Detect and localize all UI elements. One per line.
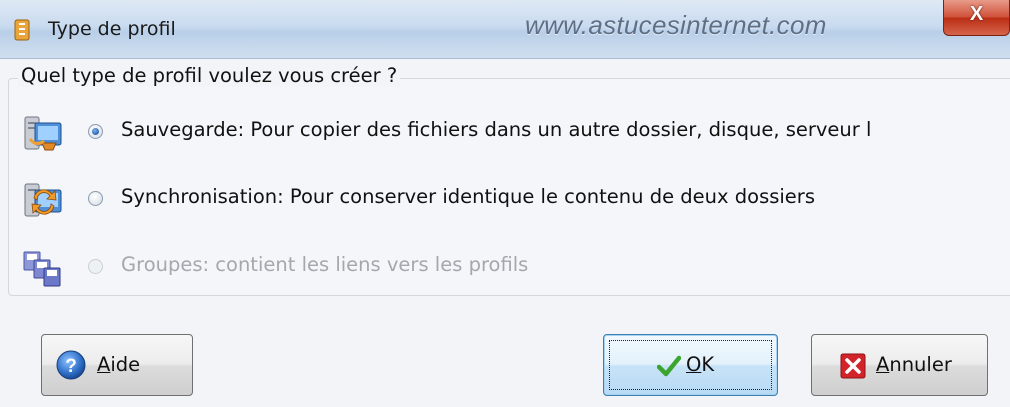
sync-icon	[24, 183, 62, 217]
radio-groups	[88, 259, 103, 274]
radio-backup[interactable]	[88, 124, 103, 139]
watermark-text: www.astucesinternet.com	[525, 10, 827, 40]
option-backup-label: Sauvegarde: Pour copier des fichiers dan…	[121, 118, 872, 141]
option-sync-label: Synchronisation: Pour conserver identiqu…	[121, 185, 815, 208]
help-icon: ?	[56, 350, 86, 380]
cancel-button[interactable]: Annuler	[811, 334, 988, 396]
checkmark-icon	[657, 355, 681, 377]
dialog-window: Type de profil www.astucesinternet.com X…	[0, 0, 1010, 407]
groups-icon	[23, 251, 61, 287]
option-backup[interactable]: Sauvegarde: Pour copier des fichiers dan…	[22, 113, 1010, 153]
close-red-icon	[840, 353, 866, 379]
help-button-label: Aide	[97, 353, 141, 376]
cancel-button-label: Annuler	[876, 353, 952, 376]
title-bar[interactable]: Type de profil www.astucesinternet.com X	[0, 0, 1010, 59]
close-button[interactable]: X	[943, 0, 1010, 36]
help-button[interactable]: ? Aide	[41, 334, 193, 396]
close-icon: X	[969, 3, 984, 25]
radio-sync[interactable]	[88, 191, 103, 206]
option-groups: Groupes: contient les liens vers les pro…	[22, 248, 1010, 288]
group-title: Quel type de profil voulez vous créer ?	[18, 64, 401, 87]
backup-icon	[24, 116, 62, 151]
app-icon	[14, 19, 30, 41]
window-title: Type de profil	[48, 18, 176, 40]
svg-text:?: ?	[65, 356, 77, 377]
option-sync[interactable]: Synchronisation: Pour conserver identiqu…	[22, 180, 1010, 220]
ok-button[interactable]: OK	[603, 334, 778, 396]
ok-button-label: OK	[686, 353, 715, 376]
option-groups-label: Groupes: contient les liens vers les pro…	[121, 253, 529, 276]
